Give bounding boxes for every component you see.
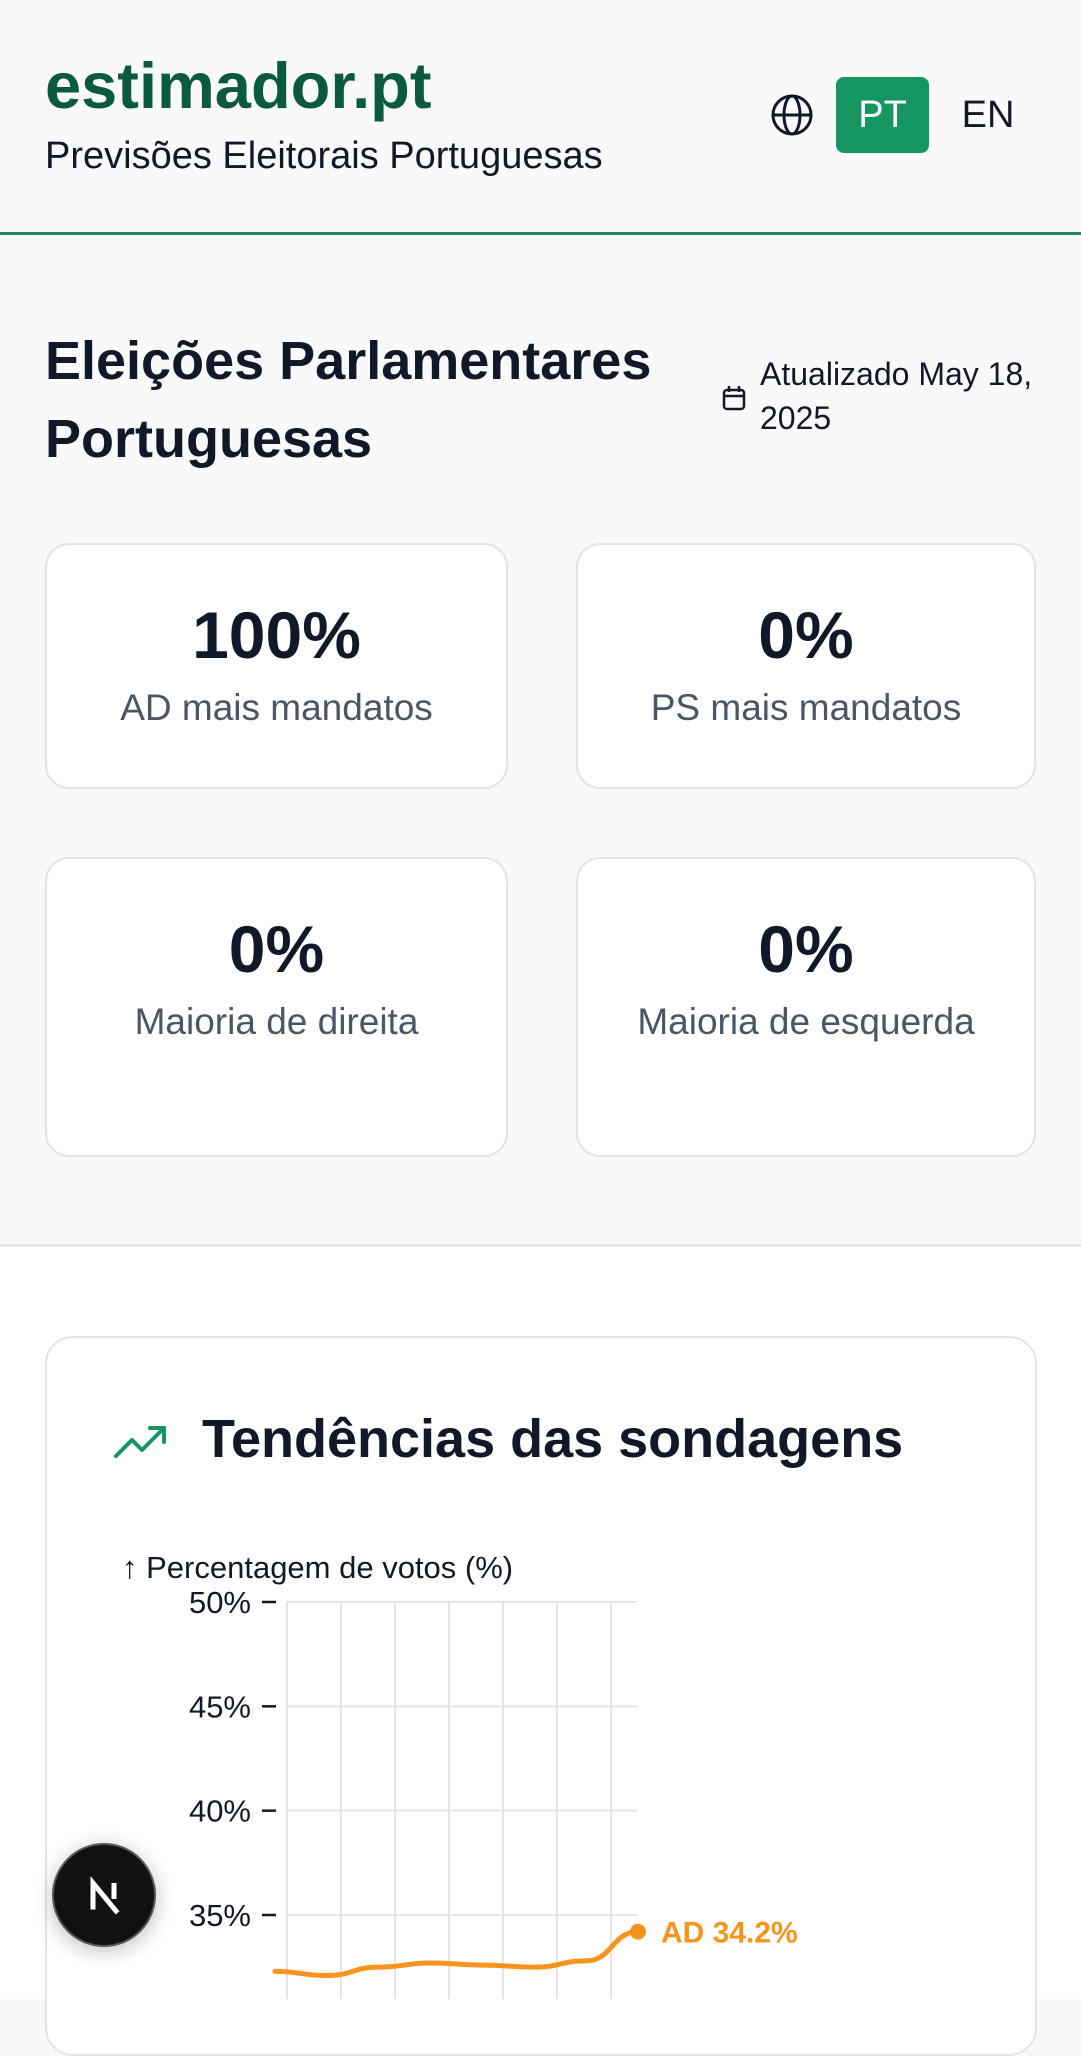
- site-logo[interactable]: estimador.pt: [45, 48, 431, 123]
- stat-value: 0%: [758, 912, 854, 986]
- site-header: estimador.pt Previsões Eleitorais Portug…: [0, 0, 1081, 235]
- stat-value: 0%: [758, 598, 854, 672]
- stat-value: 0%: [228, 912, 325, 986]
- globe-icon: [770, 93, 814, 137]
- calendar-icon: [722, 385, 746, 411]
- stat-label: PS mais mandatos: [650, 687, 962, 728]
- stat-label: Maioria de esquerda: [637, 1001, 975, 1042]
- trending-up-icon: [114, 1424, 168, 1460]
- section-title: Tendências das sondagens: [202, 1409, 904, 1469]
- language-button-en[interactable]: EN: [948, 77, 1028, 153]
- last-updated: Atualizado May 18, 2025: [760, 356, 1033, 436]
- stat-card: 100% AD mais mandatos: [45, 543, 508, 789]
- stat-label: Maioria de direita: [134, 1001, 419, 1042]
- n-logo-icon: [90, 1876, 120, 1915]
- language-button-pt[interactable]: PT: [836, 77, 929, 153]
- stat-card: 0% PS mais mandatos: [576, 543, 1036, 789]
- nextjs-dev-button[interactable]: [52, 1843, 156, 1947]
- stat-value: 100%: [192, 598, 361, 672]
- stat-card: 0% Maioria de direita: [45, 857, 508, 1157]
- site-tagline: Previsões Eleitorais Portuguesas: [45, 135, 603, 177]
- stat-label: AD mais mandatos: [120, 687, 433, 728]
- stat-card: 0% Maioria de esquerda: [576, 857, 1036, 1157]
- page-title: Eleições Parlamentares Portuguesas: [45, 331, 652, 469]
